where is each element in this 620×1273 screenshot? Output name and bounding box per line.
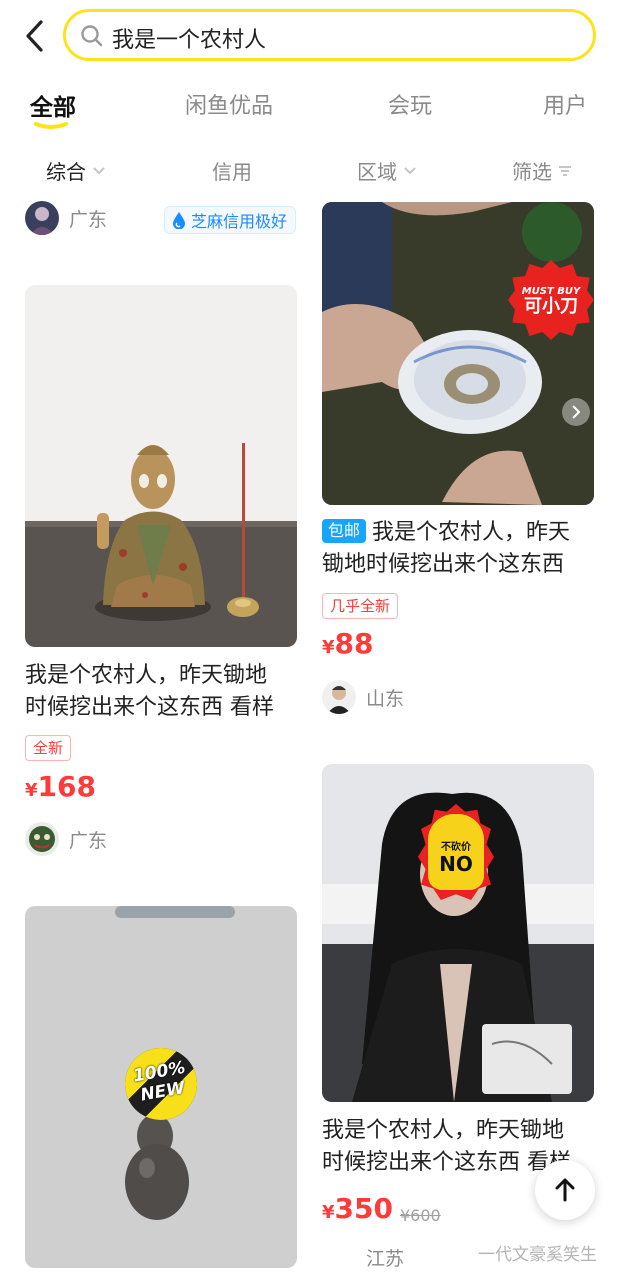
tab-xianyu-youpin[interactable]: 闲鱼优品 bbox=[185, 88, 273, 120]
filter-region-label: 区域 bbox=[357, 160, 397, 184]
tab-active-indicator bbox=[34, 122, 68, 129]
credit-badge-label: 芝麻信用极好 bbox=[191, 212, 288, 231]
product-image[interactable] bbox=[25, 285, 297, 647]
tab-bar: 全部 闲鱼优品 会玩 用户 bbox=[0, 82, 620, 132]
chevron-down-icon bbox=[404, 166, 416, 174]
back-icon[interactable] bbox=[20, 18, 52, 54]
product-price: ¥350 bbox=[322, 1192, 393, 1225]
product-title-line1: 我是个农村人，昨天锄地 bbox=[322, 1118, 565, 1143]
back-to-top-button[interactable] bbox=[535, 1160, 595, 1220]
avatar bbox=[25, 822, 59, 856]
product-title-line2: 锄地时候挖出来个这东西 bbox=[322, 552, 565, 577]
no-bargain-no: NO bbox=[439, 852, 473, 876]
watermark: 一代文豪奚笑生 bbox=[478, 1245, 597, 1265]
must-buy-sub: 可小刀 bbox=[524, 296, 578, 317]
price-value: 350 bbox=[334, 1192, 393, 1225]
original-price: ¥600 bbox=[400, 1206, 441, 1225]
seller-row[interactable]: 广东 bbox=[25, 822, 107, 856]
currency-symbol: ¥ bbox=[322, 1202, 335, 1223]
product-title[interactable]: 我是个农村人，昨天锄地 时候挖出来个这东西 看样 bbox=[25, 660, 300, 724]
avatar bbox=[322, 1245, 356, 1270]
search-query: 我是一个农村人 bbox=[112, 28, 267, 53]
price-value: 168 bbox=[37, 770, 96, 803]
free-shipping-badge: 包邮 bbox=[322, 519, 367, 543]
product-title-line1: 我是个农村人，昨天 bbox=[372, 520, 571, 545]
filter-credit[interactable]: 信用 bbox=[212, 156, 252, 185]
product-title[interactable]: 包邮 我是个农村人，昨天 锄地时候挖出来个这东西 bbox=[322, 517, 597, 581]
product-image[interactable]: MUST BUY 可小刀 bbox=[322, 202, 594, 505]
price-value: 88 bbox=[334, 627, 374, 660]
condition-tag: 几乎全新 bbox=[322, 593, 399, 619]
no-bargain-label: 不砍价 bbox=[441, 842, 471, 853]
credit-badge: 芝麻信用极好 bbox=[164, 206, 297, 234]
avatar bbox=[25, 201, 59, 235]
product-image[interactable]: 不砍价 NO bbox=[322, 764, 594, 1102]
tab-huiwan[interactable]: 会玩 bbox=[388, 88, 432, 120]
product-price: ¥88 bbox=[322, 627, 374, 660]
filter-credit-label: 信用 bbox=[212, 160, 252, 184]
currency-symbol: ¥ bbox=[25, 780, 38, 801]
seller-row[interactable]: 广东 bbox=[25, 201, 107, 235]
filter-comprehensive[interactable]: 综合 bbox=[46, 156, 106, 185]
seller-region: 广东 bbox=[69, 829, 108, 852]
filter-screen[interactable]: 筛选 bbox=[512, 156, 572, 185]
search-icon bbox=[80, 24, 104, 48]
water-drop-icon bbox=[173, 212, 185, 229]
seller-region: 广东 bbox=[69, 208, 108, 231]
product-price: ¥168 bbox=[25, 770, 96, 803]
filter-screen-label: 筛选 bbox=[512, 160, 552, 184]
seller-region: 山东 bbox=[366, 687, 405, 710]
currency-symbol: ¥ bbox=[322, 637, 335, 658]
arrow-up-icon bbox=[555, 1178, 575, 1202]
seller-region: 江苏 bbox=[366, 1248, 405, 1270]
search-input[interactable]: 我是一个农村人 bbox=[63, 9, 596, 61]
new-badge: 100% NEW bbox=[125, 1048, 197, 1120]
product-image[interactable]: 100% NEW bbox=[25, 906, 297, 1268]
filter-comprehensive-label: 综合 bbox=[46, 160, 86, 184]
chevron-down-icon bbox=[93, 166, 105, 174]
product-title-line1: 我是个农村人，昨天锄地 bbox=[25, 663, 268, 688]
seller-row[interactable]: 江苏 bbox=[322, 1244, 404, 1271]
avatar bbox=[322, 680, 356, 714]
filter-bar: 综合 信用 区域 筛选 bbox=[0, 150, 620, 190]
tab-all[interactable]: 全部 bbox=[30, 88, 76, 122]
tab-users[interactable]: 用户 bbox=[543, 88, 587, 120]
product-title-line2: 时候挖出来个这东西 看样 bbox=[25, 695, 274, 720]
filter-region[interactable]: 区域 bbox=[357, 156, 417, 185]
filter-icon bbox=[559, 165, 571, 176]
seller-row[interactable]: 山东 bbox=[322, 680, 404, 714]
condition-tag: 全新 bbox=[25, 735, 72, 761]
header: 我是一个农村人 bbox=[0, 0, 620, 76]
